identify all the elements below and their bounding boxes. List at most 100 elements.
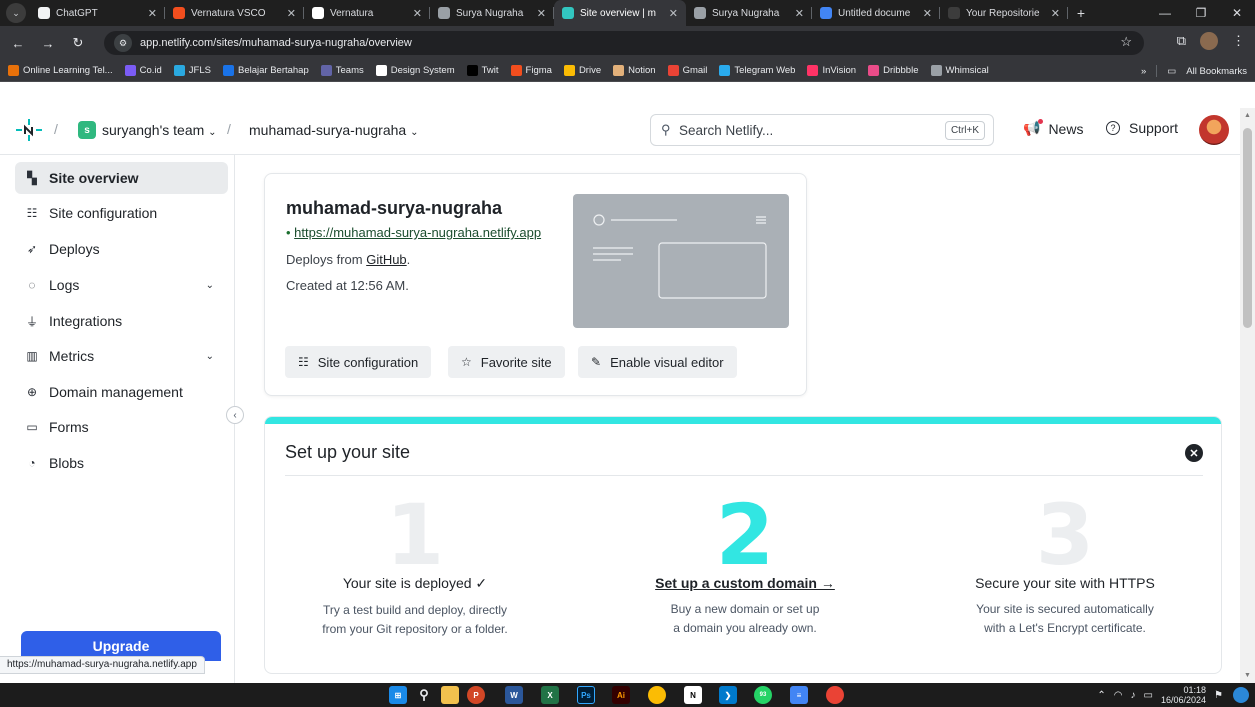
site-url-link[interactable]: https://muhamad-surya-nugraha.netlify.ap… [294,225,541,240]
browser-tab[interactable]: Surya Nugraha ✕ [430,0,554,26]
dismiss-setup-icon[interactable]: ✕ [1185,444,1203,462]
windows-start-icon[interactable]: ⊞ [389,686,407,704]
tab-title[interactable]: Your Repositorie [966,8,1045,19]
volume-icon[interactable]: ♪ [1131,690,1136,701]
tab-close-icon[interactable]: ✕ [669,7,678,20]
tab-search-icon[interactable]: ⌄ [6,3,26,23]
wifi-icon[interactable]: ◠ [1114,690,1123,701]
tab-title[interactable]: Site overview | m [580,8,663,19]
sidebar-item-label[interactable]: Blobs [49,455,84,471]
new-tab-button[interactable]: + [1068,0,1094,26]
site-info-icon[interactable]: ⚙ [114,34,132,52]
chrome-icon[interactable] [648,686,666,704]
bookmark-item[interactable]: Notion [613,65,656,76]
bookmark-label[interactable]: Belajar Bertahap [238,65,309,76]
reload-icon[interactable]: ↻ [66,31,90,55]
scroll-down-icon[interactable]: ▼ [1244,672,1251,679]
bookmark-label[interactable]: Teams [336,65,364,76]
restore-icon[interactable]: ❐ [1183,0,1219,26]
bookmark-item[interactable]: Teams [320,65,364,76]
sidebar-item-site-overview[interactable]: ▚ Site overview [15,162,228,194]
profile-avatar[interactable] [1200,32,1218,50]
sidebar-item-blobs[interactable]: ◔ Blobs [15,447,228,479]
illustrator-icon[interactable]: Ai [612,686,630,704]
bookmark-label[interactable]: Dribbble [883,65,918,76]
step-title[interactable]: Set up a custom domain → [595,575,895,591]
tab-close-icon[interactable]: ✕ [148,7,157,20]
minimize-icon[interactable]: — [1147,0,1183,26]
powerpoint-icon[interactable]: P [467,686,485,704]
notion-icon[interactable]: N [684,686,702,704]
bookmark-item[interactable]: InVision [807,65,856,76]
search-input[interactable]: ⚲ Search Netlify... Ctrl+K [650,114,994,146]
back-icon[interactable]: ← [6,31,30,55]
excel-icon[interactable]: X [541,686,559,704]
tab-title[interactable]: Untitled docume [838,8,917,19]
netlify-logo-icon[interactable] [16,119,42,141]
browser-tab[interactable]: Untitled docume ✕ [812,0,940,26]
battery-icon[interactable]: ▭ [1144,690,1153,701]
sidebar-item-label[interactable]: Deploys [49,241,100,257]
bookmark-item[interactable]: JFLS [173,65,211,76]
favorite-site-button[interactable]: ☆ Favorite site [448,346,565,378]
bookmark-label[interactable]: Whimsical [946,65,989,76]
taskbar-search-icon[interactable]: ⚲ [415,686,433,704]
sidebar-item-label[interactable]: Integrations [49,313,122,329]
bookmark-label[interactable]: Notion [628,65,655,76]
support-button[interactable]: ? Support [1106,120,1178,136]
scroll-up-icon[interactable]: ▲ [1244,112,1251,119]
browser-tab[interactable]: Your Repositorie ✕ [940,0,1068,26]
bookmark-item[interactable]: Whimsical [930,65,989,76]
site-configuration-button[interactable]: ☷ Site configuration [285,346,432,378]
setup-step[interactable]: 2 Set up a custom domain → Buy a new domai… [595,489,895,638]
address-bar[interactable]: ⚙ app.netlify.com/sites/muhamad-surya-nu… [104,31,1144,55]
bookmark-label[interactable]: Telegram Web [734,65,795,76]
tray-expand-icon[interactable]: ⌃ [1097,690,1105,701]
address-url[interactable]: app.netlify.com/sites/muhamad-surya-nugr… [140,37,412,49]
file-explorer-icon[interactable] [441,686,459,704]
bookmark-label[interactable]: Co.id [140,65,162,76]
bookmark-item[interactable]: Gmail [667,65,708,76]
sidebar-item-integrations[interactable]: ⏚ Integrations [15,305,228,337]
bookmark-label[interactable]: Drive [579,65,601,76]
chevron-down-icon[interactable]: ⌄ [208,127,216,138]
sidebar-item-label[interactable]: Logs [49,277,79,293]
tab-title[interactable]: Vernatura VSCO [191,8,281,19]
bookmark-label[interactable]: InVision [822,65,856,76]
sidebar-item-label[interactable]: Site configuration [49,205,157,221]
enable-visual-editor-button[interactable]: ✎ Enable visual editor [578,346,737,378]
search-placeholder[interactable]: Search Netlify... [679,123,773,138]
browser-tab[interactable]: Vernatura VSCO ✕ [165,0,304,26]
tab-close-icon[interactable]: ✕ [1051,7,1060,20]
sidebar-item-label[interactable]: Site overview [49,170,139,186]
bookmarks-overflow-button[interactable]: » [1141,66,1146,77]
site-preview-thumbnail[interactable] [573,194,789,328]
browser-menu-icon[interactable]: ⋮ [1232,33,1245,49]
bookmark-label[interactable]: Online Learning Tel... [23,65,113,76]
browser-tab[interactable]: Surya Nugraha ✕ [686,0,812,26]
forward-icon[interactable]: → [36,31,60,55]
tab-close-icon[interactable]: ✕ [537,7,546,20]
bookmark-label[interactable]: Gmail [683,65,708,76]
photoshop-icon[interactable]: Ps [577,686,595,704]
sidebar-item-logs[interactable]: ◌ Logs ⌄ [15,269,228,301]
browser-tab[interactable]: Vernatura ✕ [304,0,430,26]
site-name[interactable]: muhamad-surya-nugraha [249,122,406,138]
system-clock[interactable]: 01:18 16/06/2024 [1161,685,1206,705]
sidebar-item-deploys[interactable]: ➶ Deploys [15,233,228,265]
favorite-site-label[interactable]: Favorite site [481,355,552,370]
sidebar-item-label[interactable]: Metrics [49,348,94,364]
tab-title[interactable]: Surya Nugraha [456,8,531,19]
team-name[interactable]: suryangh's team [102,122,204,138]
whatsapp-icon[interactable]: 93 [754,686,772,704]
word-icon[interactable]: W [505,686,523,704]
tab-close-icon[interactable]: ✕ [287,7,296,20]
tab-close-icon[interactable]: ✕ [413,7,422,20]
extensions-icon[interactable]: ⧉ [1177,33,1186,49]
bookmark-star-icon[interactable]: ☆ [1120,34,1132,50]
bookmark-label[interactable]: JFLS [189,65,211,76]
bookmark-label[interactable]: Twit [482,65,499,76]
tab-title[interactable]: ChatGPT [56,8,142,19]
bookmark-item[interactable]: Co.id [124,65,162,76]
sidebar-item-metrics[interactable]: ▥ Metrics ⌄ [15,340,228,372]
